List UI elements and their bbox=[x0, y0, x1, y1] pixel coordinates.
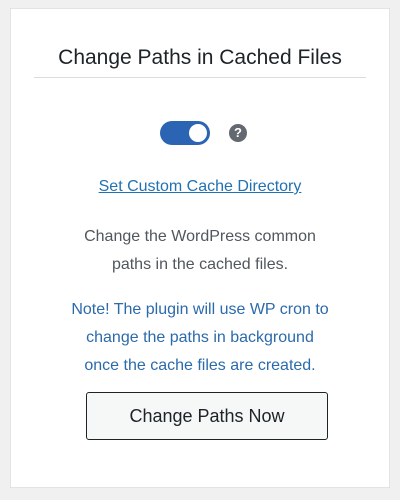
change-paths-panel: Change Paths in Cached Files ? Set Custo… bbox=[10, 8, 390, 488]
cron-note-text: Note! The plugin will use WP cron to cha… bbox=[31, 296, 369, 380]
toggle-knob bbox=[189, 124, 207, 142]
description-text: Change the WordPress common paths in the… bbox=[51, 223, 349, 279]
note-line: Note! The plugin will use WP cron to bbox=[71, 301, 329, 318]
description-line: Change the WordPress common bbox=[84, 228, 316, 245]
question-circle-icon[interactable]: ? bbox=[229, 124, 247, 142]
panel-title: Change Paths in Cached Files bbox=[58, 46, 342, 69]
title-divider bbox=[34, 77, 366, 78]
note-line: once the cache files are created. bbox=[84, 357, 316, 374]
toggle-row: ? bbox=[11, 121, 389, 147]
set-custom-cache-directory-link[interactable]: Set Custom Cache Directory bbox=[11, 177, 389, 197]
description-line: paths in the cached files. bbox=[111, 256, 289, 273]
change-paths-now-button[interactable]: Change Paths Now bbox=[86, 392, 328, 440]
change-paths-toggle[interactable] bbox=[160, 121, 210, 145]
note-line: change the paths in background bbox=[86, 329, 314, 346]
